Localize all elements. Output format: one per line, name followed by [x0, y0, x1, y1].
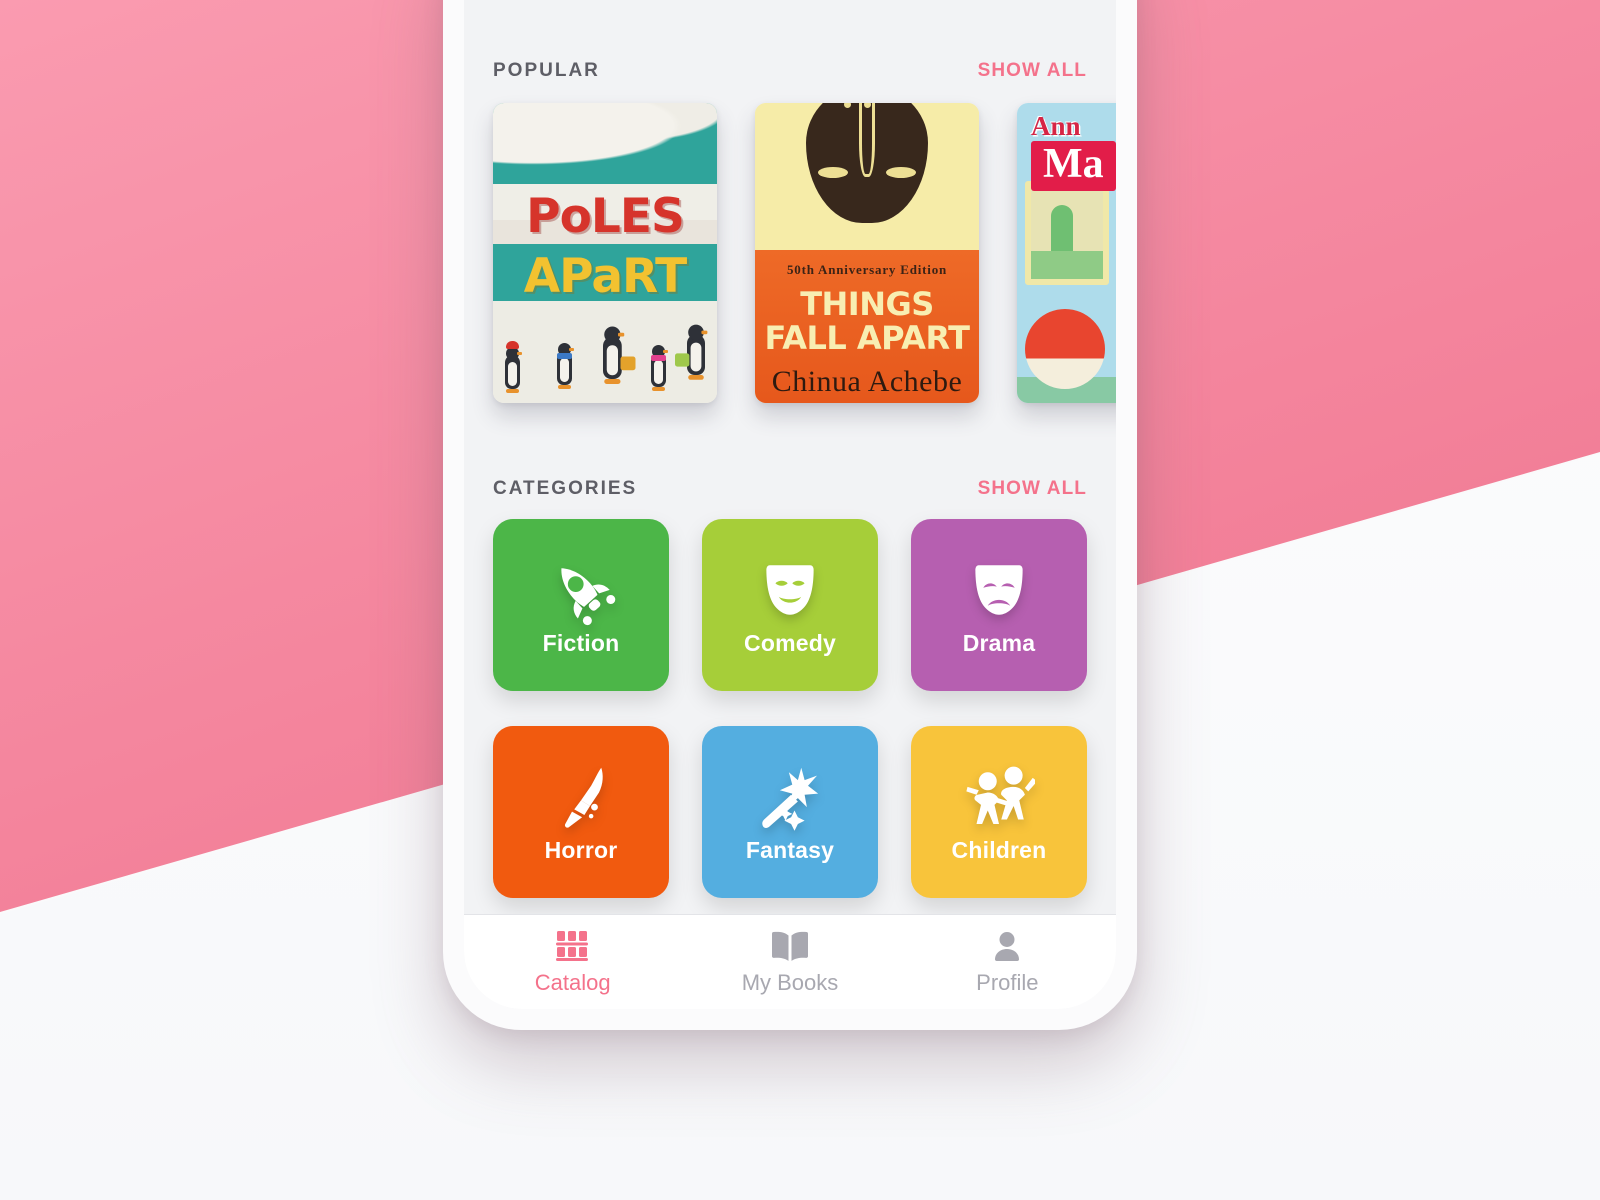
book-card-poles-apart[interactable]: PoLES APaRT — [493, 103, 717, 403]
categories-show-all-link[interactable]: SHOW ALL — [978, 478, 1087, 500]
book-title-line2: FALL APART — [764, 319, 970, 358]
book-title-line2: APaRT — [523, 249, 687, 304]
tab-label: Profile — [976, 970, 1039, 995]
category-label: Fiction — [542, 629, 620, 656]
drama-mask-icon — [963, 554, 1035, 626]
person-icon — [991, 928, 1023, 964]
popular-show-all-link[interactable]: SHOW ALL — [978, 60, 1087, 82]
book-cover-things-fall-apart: 50th Anniversary Edition THINGS FALL APA… — [755, 103, 979, 403]
tab-profile[interactable]: Profile — [899, 928, 1116, 996]
category-label: Comedy — [744, 629, 836, 656]
book-title-line1: PoLES — [526, 189, 685, 244]
book-card-things-fall-apart[interactable]: 50th Anniversary Edition THINGS FALL APA… — [755, 103, 979, 403]
tab-my-books[interactable]: My Books — [681, 928, 898, 996]
bookshelf-icon — [555, 928, 590, 964]
book-edition-label: 50th Anniversary Edition — [786, 262, 948, 278]
categories-section-header: CATEGORIES SHOW ALL — [464, 467, 1116, 511]
category-tile-horror[interactable]: Horror — [487, 716, 675, 912]
category-tile-drama[interactable]: Drama — [905, 509, 1093, 705]
phone-screen: POPULAR SHOW ALL PoLES APaRT 50th Annive… — [464, 0, 1116, 1009]
tab-label: My Books — [741, 970, 839, 995]
category-label: Fantasy — [745, 836, 835, 863]
popular-books-carousel[interactable]: PoLES APaRT 50th Anniversary Edition THI… — [493, 103, 1116, 415]
category-tile-fiction[interactable]: Fiction — [487, 509, 675, 705]
categories-title: CATEGORIES — [493, 478, 638, 499]
popular-section-header: POPULAR SHOW ALL — [464, 49, 1116, 93]
category-tile-fantasy[interactable]: Fantasy — [696, 716, 884, 912]
children-playing-icon — [963, 761, 1035, 833]
category-tile-children[interactable]: Children — [905, 716, 1093, 912]
category-tile-comedy[interactable]: Comedy — [696, 509, 884, 705]
magic-wand-icon — [754, 761, 826, 833]
phone-mockup-frame: POPULAR SHOW ALL PoLES APaRT 50th Annive… — [443, 0, 1137, 1030]
content-scroll-area[interactable]: POPULAR SHOW ALL PoLES APaRT 50th Annive… — [464, 0, 1116, 914]
book-title-partial: Ma — [1031, 141, 1116, 191]
categories-grid: Fiction Comedy Drama Horror Fantasy Chil… — [487, 509, 1093, 912]
book-author-partial: Ann — [1031, 111, 1081, 141]
open-book-icon — [770, 928, 810, 964]
category-label: Children — [951, 836, 1047, 863]
category-label: Horror — [544, 836, 618, 863]
penguin-illustration — [499, 324, 711, 393]
book-title-line1: THINGS — [800, 284, 934, 323]
rocket-icon — [545, 554, 617, 626]
book-cover-poles-apart: PoLES APaRT — [493, 103, 717, 403]
popular-title: POPULAR — [493, 60, 600, 81]
book-author: Chinua Achebe — [771, 365, 963, 398]
category-label: Drama — [962, 629, 1036, 656]
tab-label: Catalog — [534, 970, 611, 995]
bloody-knife-icon — [545, 761, 617, 833]
book-card-ann-m-partial[interactable]: Ann Ma — [1017, 103, 1116, 403]
bottom-tab-bar: Catalog My Books Profile — [464, 914, 1116, 1009]
comedy-mask-icon — [754, 554, 826, 626]
book-cover-ann-m-partial: Ann Ma — [1017, 103, 1116, 403]
tab-catalog[interactable]: Catalog — [464, 928, 681, 996]
